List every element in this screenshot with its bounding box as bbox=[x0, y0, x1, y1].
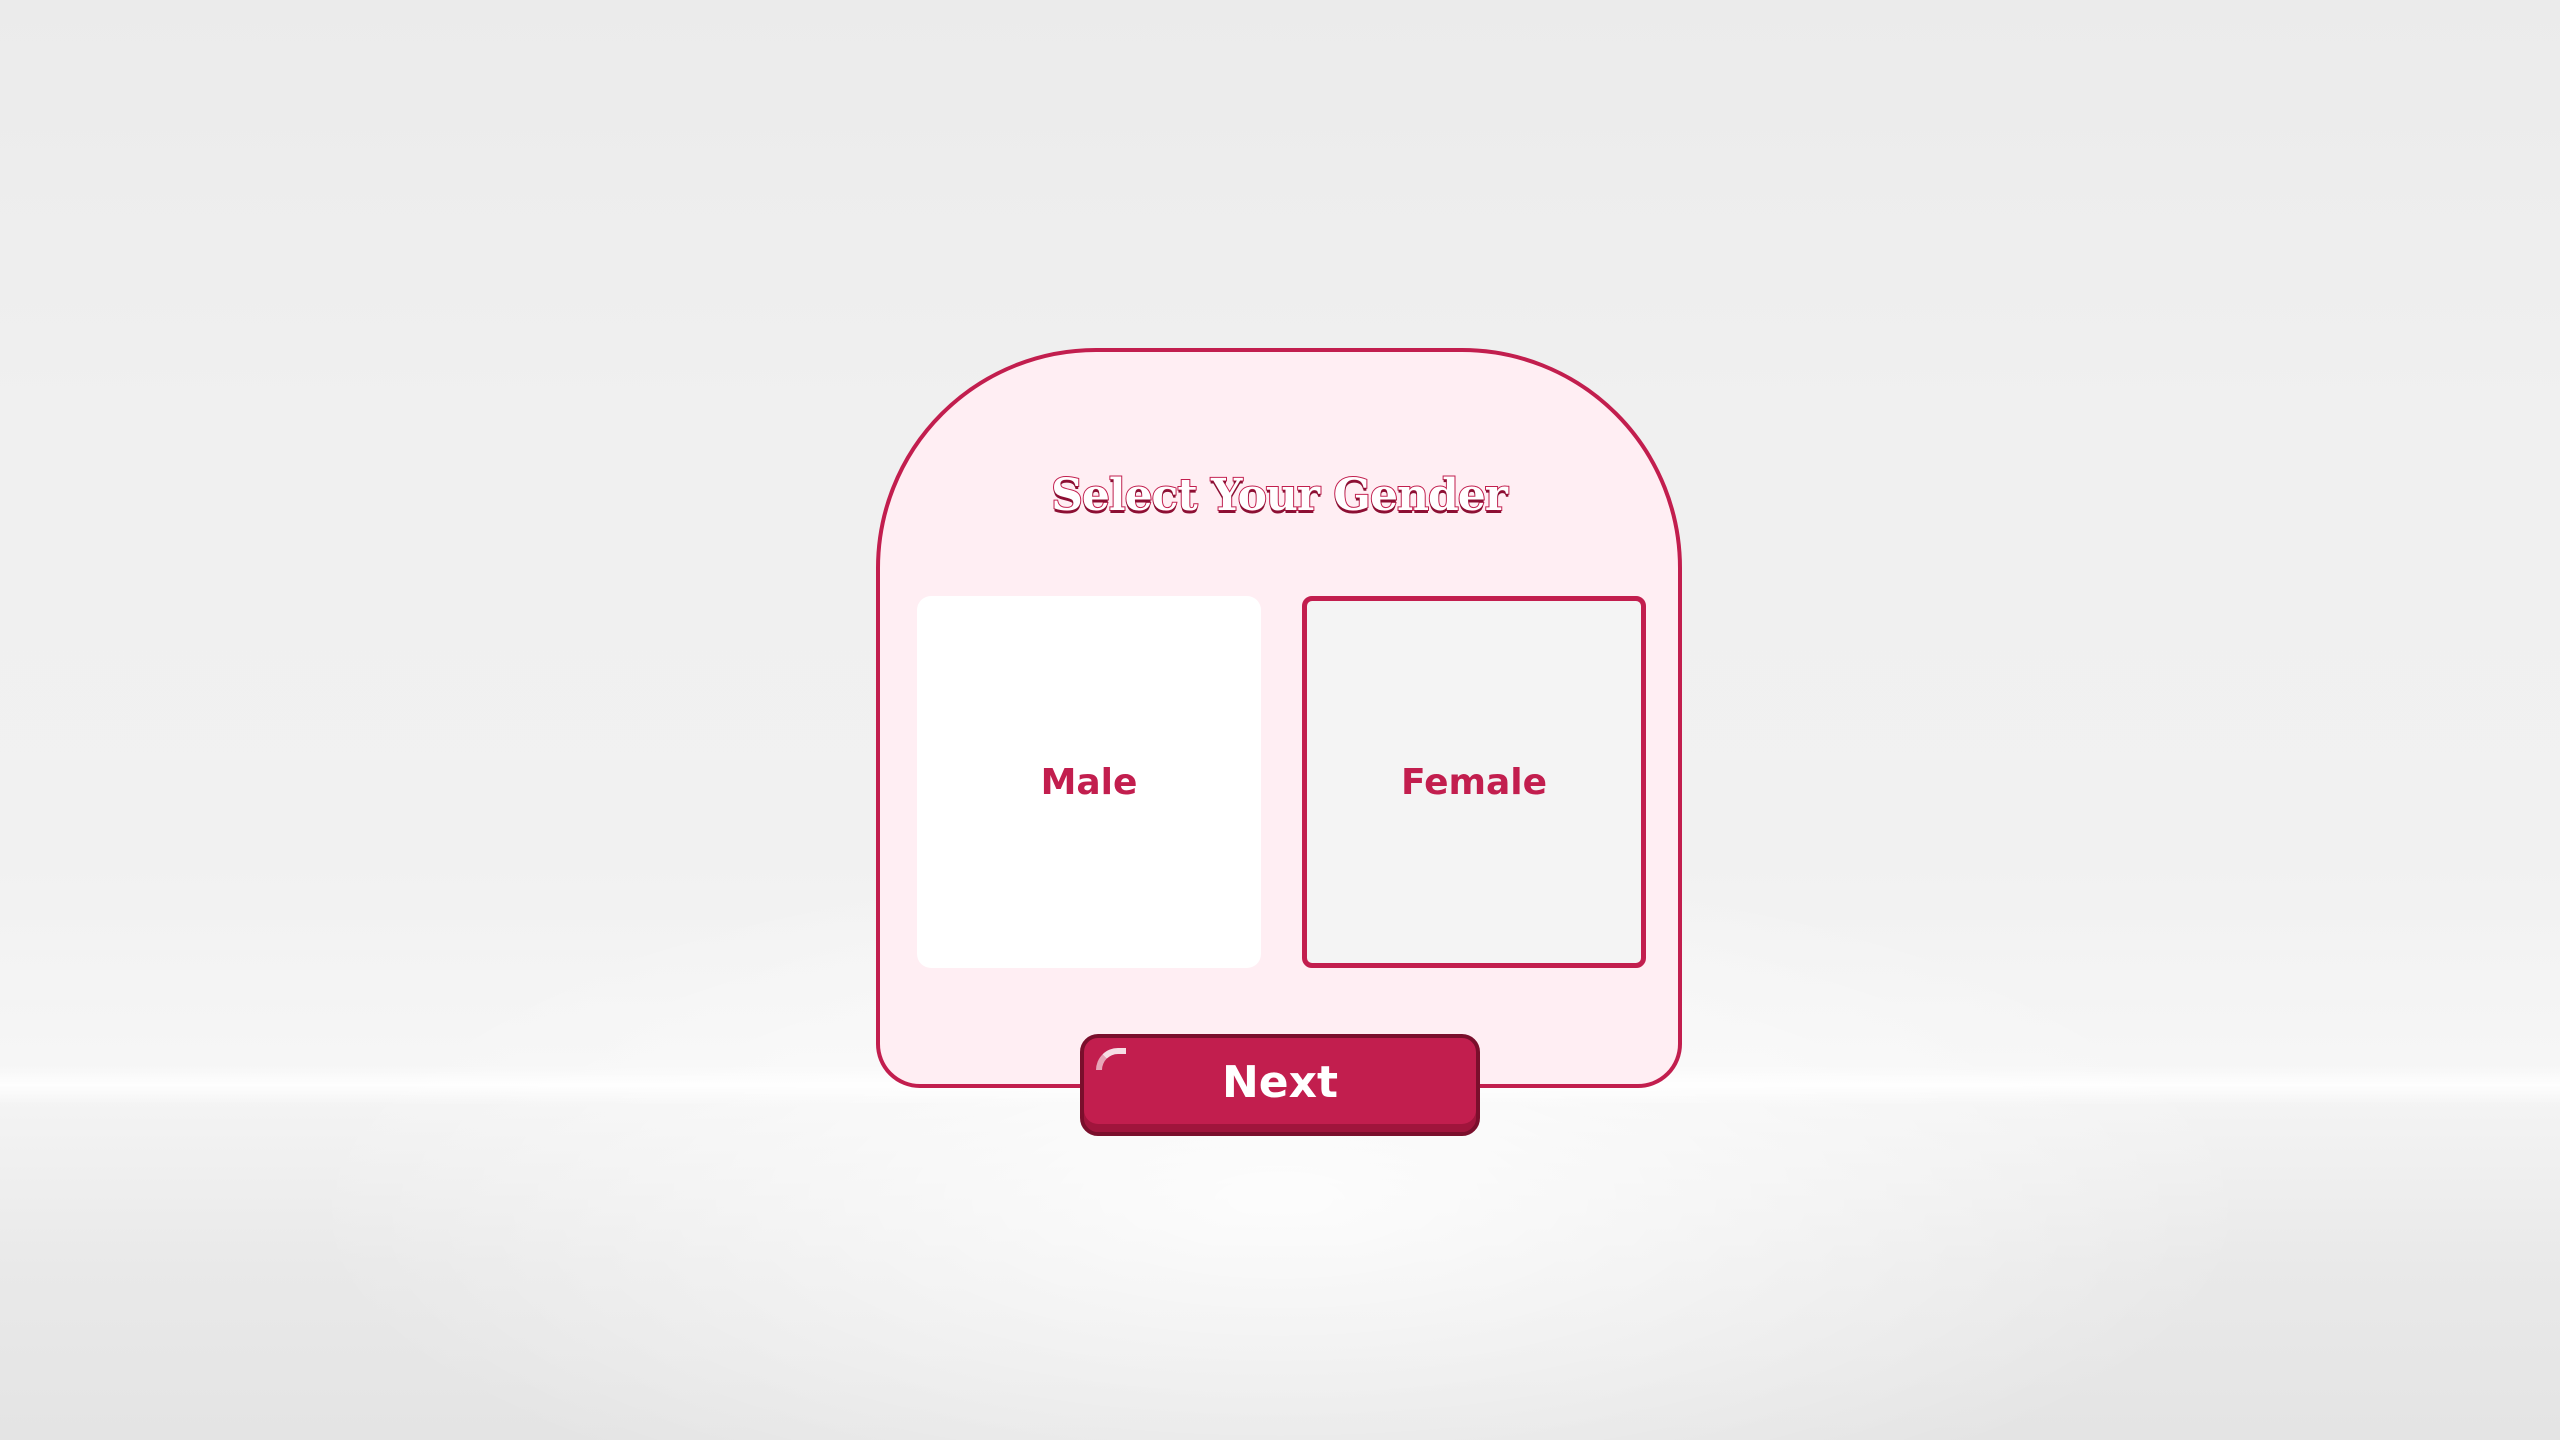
male-option-card[interactable]: Male bbox=[917, 596, 1261, 968]
male-option-label: Male bbox=[1040, 761, 1138, 803]
next-button[interactable]: Next bbox=[1080, 1034, 1480, 1136]
gender-select-panel: Select Your Gender Male Female bbox=[876, 348, 1682, 1088]
next-button-label: Next bbox=[1221, 1056, 1339, 1108]
button-gloss-highlight bbox=[1096, 1048, 1126, 1070]
female-option-card[interactable]: Female bbox=[1302, 596, 1646, 968]
female-option-label: Female bbox=[1400, 761, 1548, 803]
dialog-title: Select Your Gender bbox=[1050, 469, 1509, 522]
